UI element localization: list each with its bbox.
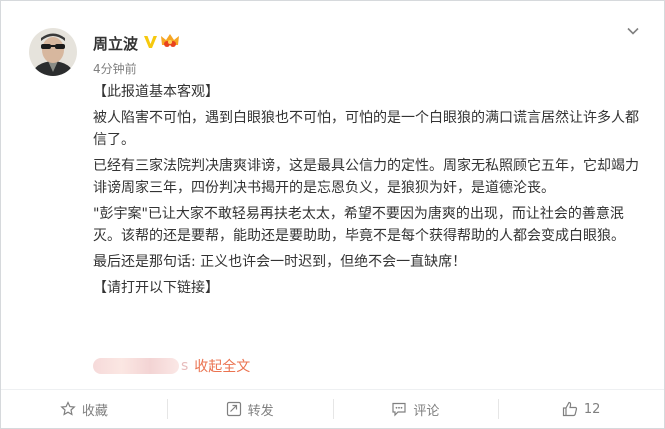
expand-chevron-icon[interactable] <box>625 23 641 39</box>
comment-button[interactable]: 评论 <box>332 390 499 428</box>
like-count: 12 <box>583 401 601 417</box>
like-button[interactable]: 12 <box>498 390 664 428</box>
content-paragraph: 被人陷害不可怕，遇到白眼狼也不可怕，可怕的是一个白眼狼的满口谎言居然让许多人都信… <box>93 110 639 148</box>
repost-button[interactable]: 转发 <box>166 390 333 428</box>
favorite-label: 收藏 <box>81 403 108 419</box>
favorite-button[interactable]: 收藏 <box>1 390 167 428</box>
content-paragraph: 已经有三家法院判决唐爽诽谤，这是最具公信力的定性。周家无私照顾它五年，它却竭力诽… <box>93 158 639 196</box>
favorite-icon <box>60 401 76 416</box>
collapse-button[interactable]: 收起全文 <box>194 356 250 376</box>
post-content: 【此报道基本客观】 被人陷害不可怕，遇到白眼狼也不可怕，可怕的是一个白眼狼的满口… <box>93 81 641 303</box>
content-paragraph: "彭宇案"已让大家不敢轻易再扶老太太，希望不要因为唐爽的出现，而让社会的善意泯灭… <box>93 206 625 244</box>
post-time[interactable]: 4分钟前 <box>93 60 137 77</box>
content-paragraph: 【请打开以下链接】 <box>93 280 219 296</box>
avatar[interactable] <box>29 28 77 76</box>
link-tail: s <box>181 358 189 374</box>
content-paragraph: 【此报道基本客观】 <box>93 84 219 100</box>
repost-label: 转发 <box>247 403 274 419</box>
action-bar: 收藏 转发 评论 12 <box>1 390 664 428</box>
verified-icon <box>144 36 157 48</box>
weibo-post-card: 周立波 4分钟前 【此报道基本客观】 被人陷害不可怕，遇到白眼狼也不可怕，可怕的… <box>0 0 665 429</box>
link-row: s 收起全文 <box>93 356 250 376</box>
comment-icon <box>392 402 406 417</box>
comment-label: 评论 <box>413 403 440 419</box>
like-icon <box>562 401 577 417</box>
content-paragraph: 最后还是那句话: 正义也许会一时迟到，但绝不会一直缺席！ <box>93 254 467 270</box>
blurred-link[interactable] <box>93 358 179 374</box>
author-name[interactable]: 周立波 <box>93 33 138 54</box>
repost-icon <box>226 401 241 417</box>
vip-icon[interactable] <box>160 33 180 49</box>
avatar-image <box>29 28 77 76</box>
